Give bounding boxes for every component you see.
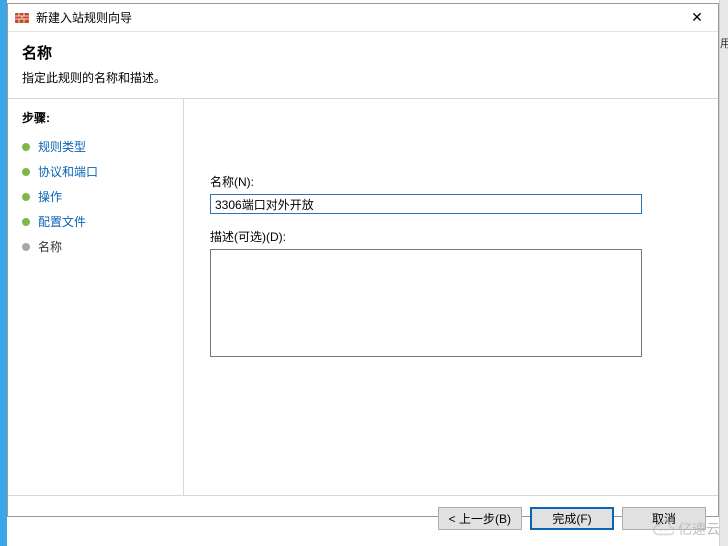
name-field-group: 名称(N):: [210, 173, 690, 214]
name-label: 名称(N):: [210, 173, 690, 190]
close-icon: ✕: [691, 9, 703, 26]
step-rule-type[interactable]: 规则类型: [22, 134, 175, 159]
description-label: 描述(可选)(D):: [210, 228, 690, 245]
step-link[interactable]: 操作: [38, 188, 62, 205]
bullet-icon: [22, 143, 30, 151]
step-label-current: 名称: [38, 238, 62, 255]
wizard-header: 名称 指定此规则的名称和描述。: [8, 32, 718, 98]
steps-list: 规则类型 协议和端口 操作 配置文件 名称: [22, 134, 175, 259]
back-button[interactable]: < 上一步(B): [438, 507, 522, 530]
close-button[interactable]: ✕: [676, 4, 718, 32]
step-action[interactable]: 操作: [22, 184, 175, 209]
bullet-icon: [22, 243, 30, 251]
step-link[interactable]: 协议和端口: [38, 163, 98, 180]
background-left-strip: [0, 0, 7, 546]
steps-sidebar: 步骤: 规则类型 协议和端口 操作 配置文件: [8, 99, 184, 495]
step-name: 名称: [22, 234, 175, 259]
steps-heading: 步骤:: [22, 109, 175, 126]
bullet-icon: [22, 218, 30, 226]
page-title: 名称: [22, 42, 704, 63]
page-description: 指定此规则的名称和描述。: [22, 69, 704, 86]
description-textarea[interactable]: [210, 249, 642, 357]
firewall-icon: [14, 10, 30, 26]
window-title: 新建入站规则向导: [36, 9, 676, 26]
titlebar: 新建入站规则向导 ✕: [8, 4, 718, 32]
cancel-button[interactable]: 取消: [622, 507, 706, 530]
description-field-group: 描述(可选)(D):: [210, 228, 690, 360]
step-protocol-ports[interactable]: 协议和端口: [22, 159, 175, 184]
step-profile[interactable]: 配置文件: [22, 209, 175, 234]
bullet-icon: [22, 193, 30, 201]
step-link[interactable]: 配置文件: [38, 213, 86, 230]
wizard-body: 步骤: 规则类型 协议和端口 操作 配置文件: [8, 98, 718, 495]
wizard-main-panel: 名称(N): 描述(可选)(D):: [184, 99, 718, 495]
step-link[interactable]: 规则类型: [38, 138, 86, 155]
right-strip-char: 用: [720, 38, 728, 50]
finish-button[interactable]: 完成(F): [530, 507, 614, 530]
wizard-footer: < 上一步(B) 完成(F) 取消: [8, 495, 718, 541]
wizard-dialog: 新建入站规则向导 ✕ 名称 指定此规则的名称和描述。 步骤: 规则类型 协议和端…: [7, 3, 719, 517]
name-input[interactable]: [210, 194, 642, 214]
bullet-icon: [22, 168, 30, 176]
background-right-strip: 用: [719, 0, 728, 546]
